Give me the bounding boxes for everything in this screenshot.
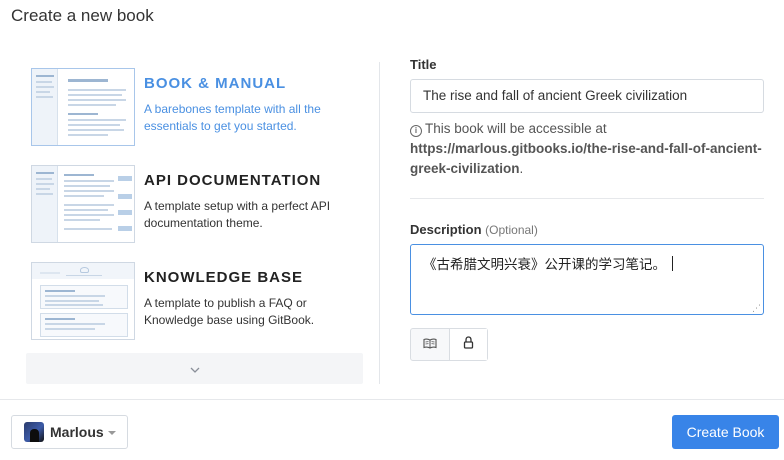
book-url: https://marlous.gitbooks.io/the-rise-and… (410, 141, 762, 176)
template-book-manual[interactable]: BOOK & MANUAL A barebones template with … (31, 68, 361, 146)
template-description: A barebones template with all the essent… (144, 102, 321, 133)
section-divider (410, 198, 764, 199)
optional-hint: (Optional) (485, 223, 538, 237)
template-name: BOOK & MANUAL (144, 75, 287, 92)
template-api-documentation[interactable]: API DOCUMENTATION A template setup with … (31, 165, 361, 243)
book-manual-thumbnail (31, 68, 135, 146)
knowledge-base-thumbnail (31, 262, 135, 340)
account-selector[interactable]: Marlous (11, 415, 128, 449)
api-documentation-thumbnail (31, 165, 135, 243)
private-book-button[interactable] (449, 329, 487, 360)
description-text: 《古希腊文明兴衰》公开课的学习笔记。 (423, 257, 666, 273)
url-info: i This book will be accessible at https:/… (410, 119, 770, 179)
create-book-button[interactable]: Create Book (672, 415, 779, 449)
template-knowledge-base[interactable]: KNOWLEDGE BASE A template to publish a F… (31, 262, 361, 340)
chevron-down-icon (190, 362, 200, 376)
template-description: A template to publish a FAQ or Knowledge… (144, 296, 315, 327)
info-end: . (519, 161, 524, 176)
account-name: Marlous (50, 424, 104, 440)
text-cursor (672, 256, 673, 271)
info-text: This book will be accessible at (425, 121, 607, 136)
description-label: Description (Optional) (410, 222, 538, 237)
lock-icon (463, 335, 474, 354)
public-book-button[interactable] (411, 329, 449, 360)
privacy-toggle-group (410, 328, 488, 361)
description-label-text: Description (410, 222, 482, 237)
avatar (24, 422, 44, 442)
info-icon: i (410, 125, 422, 137)
title-label: Title (410, 57, 437, 72)
title-input[interactable]: The rise and fall of ancient Greek civil… (410, 79, 764, 113)
description-textarea[interactable]: 《古希腊文明兴衰》公开课的学习笔记。 (410, 244, 764, 315)
resize-handle-icon[interactable]: ⋰ (752, 303, 761, 314)
show-more-templates-button[interactable] (26, 353, 363, 384)
column-divider (379, 62, 380, 384)
template-description: A template setup with a perfect API docu… (144, 199, 331, 230)
footer-divider (0, 399, 784, 400)
book-icon (423, 336, 437, 354)
template-name: KNOWLEDGE BASE (144, 269, 304, 286)
caret-down-icon (107, 431, 116, 435)
page-title: Create a new book (11, 6, 154, 25)
template-name: API DOCUMENTATION (144, 172, 322, 189)
